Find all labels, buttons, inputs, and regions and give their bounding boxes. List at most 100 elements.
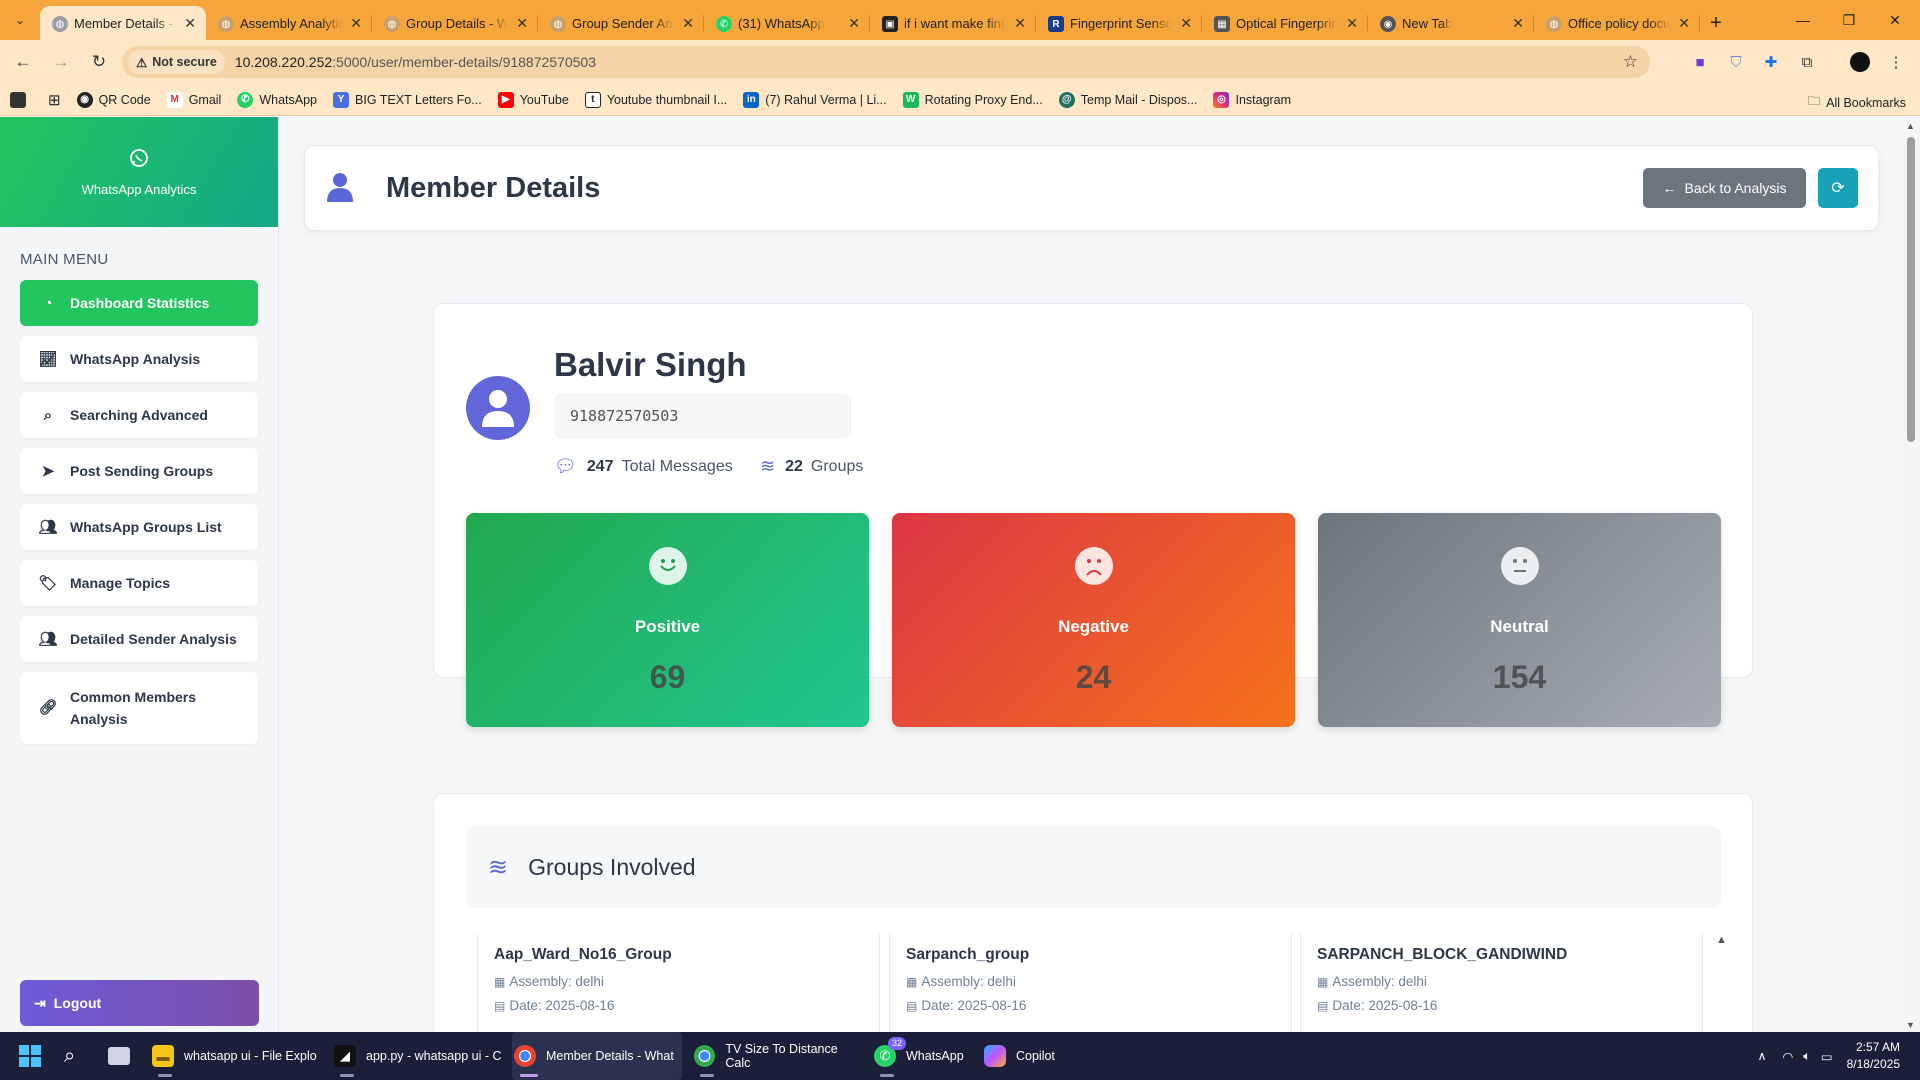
minimize-icon[interactable]: — [1780,0,1826,40]
chrome-icon [694,1045,716,1067]
bookmark-big-text[interactable]: Y BIG TEXT Letters Fo... [333,91,482,108]
sidebar-item-searching-advanced[interactable]: ⌕ Searching Advanced [20,392,258,438]
tab-optical-fingerprint[interactable]: ▦ Optical Fingerprint ✕ [1202,6,1368,40]
sidebar-item-detailed-sender-analysis[interactable]: 👥︎ Detailed Sender Analysis [20,616,258,662]
extensions-icon[interactable]: ⧉ [1796,51,1818,73]
all-bookmarks-button[interactable]: 🗀 All Bookmarks [1808,92,1906,113]
globe-icon: ◍ [384,16,400,32]
close-icon[interactable]: ✕ [350,15,362,32]
browser-menu-icon[interactable]: ⋮ [1885,51,1907,73]
youtube-icon: ▶ [497,91,514,108]
logout-button[interactable]: ⇥ Logout [20,980,259,1026]
bookmark-qr-code[interactable]: ◉ QR Code [76,91,151,108]
taskbar-file-explorer[interactable]: ▬ whatsapp ui - File Explo [150,1032,320,1080]
system-tray: ∧ ◠ 🔈︎ ▭ 2:57 AM 8/18/2025 [1758,1032,1900,1080]
sidebar-toggle-icon[interactable] [10,91,32,108]
close-icon[interactable]: ✕ [516,15,528,32]
sidebar-item-dashboard-statistics[interactable]: ◔ Dashboard Statistics [20,280,258,326]
close-icon[interactable]: ✕ [1512,15,1524,32]
forward-arrow-icon[interactable]: → [46,47,76,77]
sidebar-item-manage-topics[interactable]: 🏷︎ Manage Topics [20,560,258,606]
tab-group-details[interactable]: ◍Group Details - WhatsApp✕ [372,6,538,40]
close-icon[interactable]: ✕ [1678,15,1690,32]
bookmark-rotating-proxy[interactable]: W Rotating Proxy End... [902,91,1043,108]
bookmark-whatsapp[interactable]: ✆ WhatsApp [237,91,317,108]
group-item[interactable]: SARPANCH_BLOCK_GANDIWIND ▦ Assembly: delh… [1300,934,1703,1032]
search-icon[interactable]: ⌕ [64,1032,75,1080]
group-item[interactable]: Aap_Ward_No16_Group ▦ Assembly: delhi ▤ Da… [477,934,880,1032]
users-icon: 👥︎ [38,519,58,536]
bookmark-star-icon[interactable]: ☆ [1623,52,1638,72]
taskbar-chrome-member-details[interactable]: Member Details - What [512,1032,682,1080]
taskbar-code-editor[interactable]: ◢ app.py - whatsapp ui - C [332,1032,502,1080]
bookmark-instagram[interactable]: ◎ Instagram [1213,91,1291,108]
close-icon[interactable]: ✕ [682,15,694,32]
tab-group-sender[interactable]: ◍Group Sender Analysis✕ [538,6,704,40]
taskbar-whatsapp[interactable]: ✆ 32 WhatsApp [872,1032,972,1080]
extension-shield-icon[interactable]: ⛉ [1725,51,1747,73]
bookmark-youtube[interactable]: ▶ YouTube [497,91,569,108]
refresh-button[interactable]: ⟳ [1818,168,1858,208]
tab-office-policy[interactable]: ◍Office policy documents✕ [1534,6,1700,40]
close-icon[interactable]: ✕ [1014,15,1026,32]
profile-avatar[interactable] [1849,51,1871,73]
back-arrow-icon[interactable]: ← [8,47,38,77]
tab-member-details[interactable]: ◍Member Details - WhatsApp Analytics✕ [40,6,206,40]
scroll-up-icon[interactable]: ▲ [1716,934,1727,946]
sidebar-item-whatsapp-groups-list[interactable]: 👥︎ WhatsApp Groups List [20,504,258,550]
back-to-analysis-button[interactable]: ← Back to Analysis [1643,168,1806,208]
tab-search-button[interactable]: ⌄ [6,6,34,34]
clock[interactable]: 2:57 AM 8/18/2025 [1847,1039,1900,1073]
taskbar-copilot[interactable]: Copilot [982,1032,1072,1080]
bookmark-youtube-thumbnail[interactable]: t Youtube thumbnail I... [584,91,727,108]
address-bar[interactable]: ⚠ Not secure 10.208.220.252:5000/user/mem… [122,46,1650,78]
task-view-icon[interactable] [108,1032,130,1080]
member-profile-card: Balvir Singh 918872570503 💬︎ 247 Total Mes… [433,303,1753,727]
group-item[interactable]: Sarpanch_group ▦ Assembly: delhi ▤ Date: 2… [889,934,1292,1032]
tab-fingerprint-question[interactable]: ▣if i want make fingerprint✕ [870,6,1036,40]
sidebar-item-post-sending-groups[interactable]: ➤ Post Sending Groups [20,448,258,494]
proxy-icon: W [902,91,919,108]
url-text[interactable]: 10.208.220.252:5000/user/member-details/… [235,54,596,70]
whatsapp-icon: ✆ 32 [874,1037,906,1067]
extension-meet-icon[interactable]: ■ [1689,51,1711,73]
tab-fingerprint-sensor[interactable]: R Fingerprint Sensor ✕ [1036,6,1202,40]
extension-puzzle-blue-icon[interactable]: ✚ [1760,51,1782,73]
member-name: Balvir Singh [554,346,747,383]
restore-icon[interactable]: ❐ [1826,0,1872,40]
scrollbar-thumb[interactable] [1907,137,1915,442]
warning-icon: ⚠ [136,55,148,70]
security-indicator[interactable]: ⚠ Not secure [128,50,225,74]
new-tab-button[interactable]: + [1700,6,1732,40]
gmail-icon: M [166,91,183,108]
volume-icon[interactable]: 🔈︎ [1803,1049,1811,1064]
tab-assembly-analytics[interactable]: ◍ Assembly Analytics ✕ [206,6,372,40]
chevron-up-icon[interactable]: ∧ [1758,1049,1767,1063]
close-icon[interactable]: ✕ [848,15,860,32]
bookmark-linkedin[interactable]: in (7) Rahul Verma | Li... [743,91,887,108]
reload-icon[interactable]: ↻ [84,47,114,77]
sidebar-item-common-members-analysis[interactable]: 🔗︎ Common Members Analysis [20,672,258,744]
arrow-left-icon: ← [1662,180,1677,196]
close-icon[interactable]: ✕ [184,15,196,32]
page-scrollbar[interactable]: ▲ ▼ [1902,117,1920,1032]
copilot-icon [984,1045,1006,1067]
battery-icon[interactable]: ▭ [1821,1049,1833,1064]
tab-new-tab[interactable]: ◉ New Tab ✕ [1368,6,1534,40]
scroll-down-icon[interactable]: ▼ [1906,1020,1915,1030]
sidebar-item-whatsapp-analysis[interactable]: 📈︎ WhatsApp Analysis [20,336,258,382]
building-icon: ▦ [906,974,918,989]
brand-header[interactable]: WhatsApp Analytics [0,117,278,227]
window-close-icon[interactable]: ✕ [1872,0,1918,40]
scroll-up-icon[interactable]: ▲ [1906,121,1915,131]
neutral-label: Neutral [1490,617,1549,636]
bookmark-temp-mail[interactable]: @ Temp Mail - Dispos... [1058,91,1197,108]
start-button[interactable] [18,1032,42,1080]
bookmark-gmail[interactable]: M Gmail [166,91,221,108]
taskbar-chrome-tv-size[interactable]: TV Size To Distance Calc [692,1032,862,1080]
close-icon[interactable]: ✕ [1180,15,1192,32]
apps-grid-icon[interactable]: ⊞ [48,91,61,109]
close-icon[interactable]: ✕ [1346,15,1358,32]
tab-whatsapp[interactable]: ✆ (31) WhatsApp ✕ [704,6,870,40]
wifi-icon[interactable]: ◠ [1782,1049,1793,1064]
